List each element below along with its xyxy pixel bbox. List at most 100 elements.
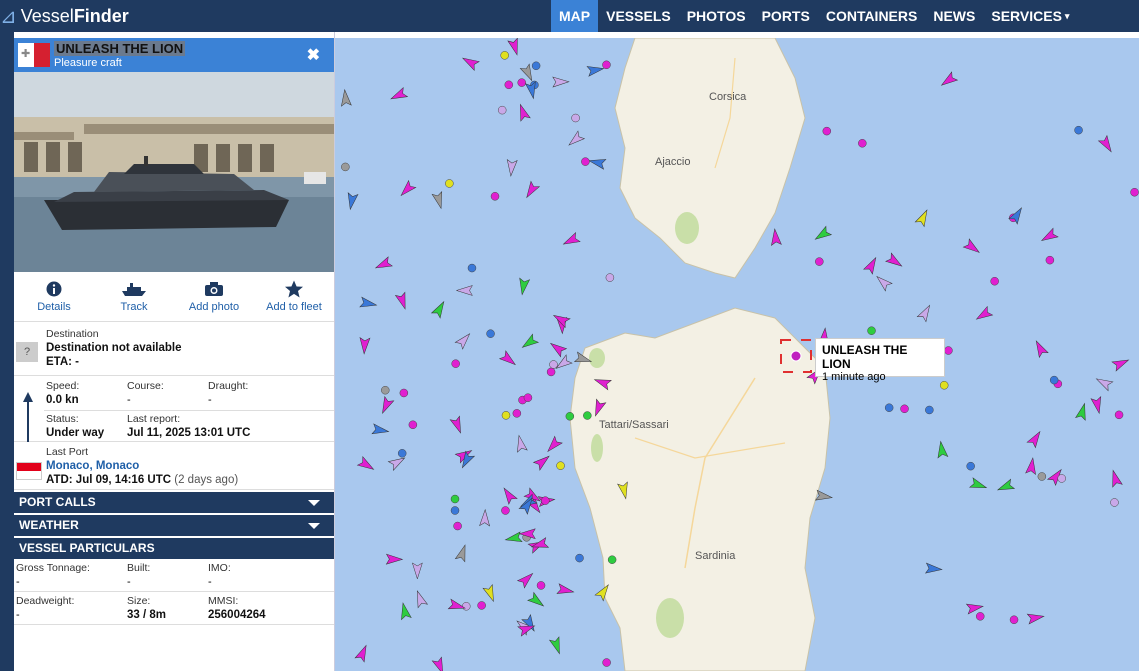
anchored-vessel-icon[interactable] [517, 78, 526, 87]
moving-vessel-icon[interactable] [1026, 429, 1044, 449]
moving-vessel-icon[interactable] [516, 103, 531, 122]
moving-vessel-icon[interactable] [586, 64, 605, 77]
moving-vessel-icon[interactable] [413, 589, 429, 609]
moving-vessel-icon[interactable] [885, 252, 905, 270]
map-canvas[interactable]: Corsica Ajaccio Tattari/Sassari Sardinia… [335, 38, 1139, 671]
moving-vessel-icon[interactable] [517, 277, 531, 296]
moving-vessel-icon[interactable] [770, 228, 782, 246]
moving-vessel-icon[interactable] [588, 156, 607, 170]
moving-vessel-icon[interactable] [479, 508, 491, 527]
anchored-vessel-icon[interactable] [501, 411, 511, 420]
moving-vessel-icon[interactable] [454, 330, 473, 350]
anchored-vessel-icon[interactable] [858, 139, 867, 148]
moving-vessel-icon[interactable] [411, 562, 423, 580]
moving-vessel-icon[interactable] [924, 562, 943, 574]
anchored-vessel-icon[interactable] [504, 80, 514, 90]
anchored-vessel-icon[interactable] [397, 449, 407, 458]
moving-vessel-icon[interactable] [936, 440, 949, 459]
moving-vessel-icon[interactable] [1097, 134, 1115, 155]
moving-vessel-icon[interactable] [519, 333, 540, 351]
add-photo-button[interactable]: Add photo [174, 272, 254, 321]
anchored-vessel-icon[interactable] [536, 581, 546, 590]
moving-vessel-icon[interactable] [1094, 374, 1114, 392]
anchored-vessel-icon[interactable] [462, 602, 471, 611]
anchored-vessel-icon[interactable] [450, 494, 460, 504]
moving-vessel-icon[interactable] [548, 636, 565, 655]
nav-vessels[interactable]: VESSELS [598, 0, 679, 32]
moving-vessel-icon[interactable] [1025, 457, 1038, 476]
moving-vessel-icon[interactable] [389, 86, 409, 104]
moving-vessel-icon[interactable] [813, 225, 833, 243]
vessel-tooltip[interactable]: UNLEASH THE LION 1 minute ago [815, 338, 945, 383]
anchored-vessel-icon[interactable] [381, 385, 390, 395]
anchored-vessel-icon[interactable] [541, 496, 550, 505]
weather-accordion[interactable]: WEATHER [14, 515, 334, 536]
moving-vessel-icon[interactable] [548, 339, 568, 358]
anchored-vessel-icon[interactable] [445, 179, 454, 188]
moving-vessel-icon[interactable] [552, 76, 570, 88]
moving-vessel-icon[interactable] [1090, 396, 1104, 415]
anchored-vessel-icon[interactable] [451, 359, 460, 368]
moving-vessel-icon[interactable] [398, 179, 417, 199]
anchored-vessel-icon[interactable] [575, 553, 584, 563]
moving-vessel-icon[interactable] [359, 296, 378, 310]
moving-vessel-icon[interactable] [340, 88, 352, 107]
anchored-vessel-icon[interactable] [556, 461, 565, 470]
anchored-vessel-icon[interactable] [512, 409, 522, 418]
moving-vessel-icon[interactable] [482, 583, 498, 604]
moving-vessel-icon[interactable] [385, 553, 404, 565]
anchored-vessel-icon[interactable] [571, 113, 580, 123]
nav-ports[interactable]: PORTS [754, 0, 818, 32]
anchored-vessel-icon[interactable] [815, 257, 824, 266]
moving-vessel-icon[interactable] [1075, 402, 1090, 421]
moving-vessel-icon[interactable] [354, 643, 371, 663]
moving-vessel-icon[interactable] [1026, 611, 1045, 625]
moving-vessel-icon[interactable] [394, 291, 409, 310]
moving-vessel-icon[interactable] [544, 435, 563, 455]
anchored-vessel-icon[interactable] [408, 420, 418, 430]
moving-vessel-icon[interactable] [556, 583, 575, 597]
vessel-photo[interactable] [14, 72, 334, 272]
anchored-vessel-icon[interactable] [939, 381, 949, 390]
anchored-vessel-icon[interactable] [822, 126, 832, 136]
anchored-vessel-icon[interactable] [602, 658, 611, 667]
moving-vessel-icon[interactable] [455, 285, 473, 296]
moving-vessel-icon[interactable] [460, 54, 480, 71]
moving-vessel-icon[interactable] [356, 456, 376, 474]
moving-vessel-icon[interactable] [374, 256, 393, 273]
moving-vessel-icon[interactable] [1111, 355, 1131, 372]
anchored-vessel-icon[interactable] [990, 276, 999, 286]
moving-vessel-icon[interactable] [1032, 339, 1049, 359]
moving-vessel-icon[interactable] [863, 255, 881, 275]
anchored-vessel-icon[interactable] [966, 461, 975, 471]
anchored-vessel-icon[interactable] [1130, 188, 1139, 197]
anchored-vessel-icon[interactable] [467, 263, 477, 273]
moving-vessel-icon[interactable] [874, 273, 893, 292]
anchored-vessel-icon[interactable] [944, 346, 953, 355]
anchored-vessel-icon[interactable] [490, 192, 500, 201]
anchored-vessel-icon[interactable] [1114, 410, 1124, 420]
moving-vessel-icon[interactable] [814, 489, 833, 502]
anchored-vessel-icon[interactable] [1057, 474, 1066, 483]
track-button[interactable]: Track [94, 272, 174, 321]
moving-vessel-icon[interactable] [449, 415, 465, 435]
moving-vessel-icon[interactable] [522, 180, 541, 200]
moving-vessel-icon[interactable] [398, 602, 412, 621]
vessel-particulars-header[interactable]: VESSEL PARTICULARS [14, 538, 334, 559]
moving-vessel-icon[interactable] [996, 478, 1016, 494]
details-button[interactable]: Details [14, 272, 94, 321]
nav-map[interactable]: MAP [551, 0, 599, 32]
anchored-vessel-icon[interactable] [1074, 125, 1083, 135]
anchored-vessel-icon[interactable] [565, 412, 575, 421]
port-calls-accordion[interactable]: PORT CALLS [14, 492, 334, 513]
anchored-vessel-icon[interactable] [867, 326, 876, 335]
close-icon[interactable]: ✖ [307, 45, 320, 65]
moving-vessel-icon[interactable] [430, 299, 449, 319]
anchored-vessel-icon[interactable] [1049, 375, 1059, 385]
anchored-vessel-icon[interactable] [581, 157, 590, 166]
anchored-vessel-icon[interactable] [884, 403, 894, 412]
moving-vessel-icon[interactable] [1039, 227, 1059, 245]
moving-vessel-icon[interactable] [431, 191, 446, 210]
anchored-vessel-icon[interactable] [925, 405, 934, 415]
moving-vessel-icon[interactable] [506, 159, 518, 177]
